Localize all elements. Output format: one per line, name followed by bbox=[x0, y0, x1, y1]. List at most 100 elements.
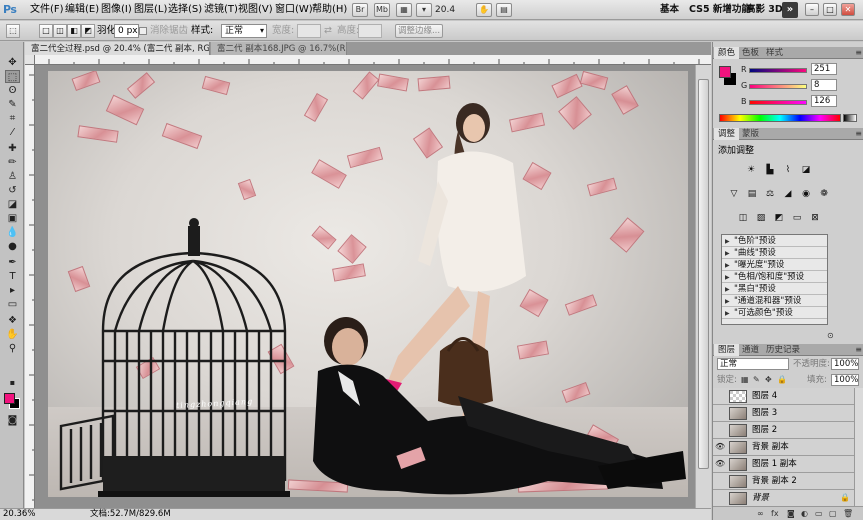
blue-value-input[interactable]: 126 bbox=[811, 95, 837, 107]
menu-select[interactable]: 选择(S) bbox=[168, 3, 202, 17]
feather-input[interactable]: 0 px bbox=[114, 24, 139, 38]
green-slider[interactable] bbox=[749, 84, 807, 89]
preset-hue-saturation[interactable]: "色相/饱和度"预设 bbox=[722, 272, 827, 283]
close-icon[interactable]: ✕ bbox=[841, 3, 855, 16]
blue-slider[interactable] bbox=[749, 100, 807, 105]
lock-image-icon[interactable]: ✎ bbox=[753, 374, 760, 386]
adjustment-footer-icon[interactable]: ⊙ bbox=[827, 330, 834, 342]
zoom-level-readout[interactable]: 20.4 bbox=[435, 3, 471, 17]
preset-curves[interactable]: "曲线"预设 bbox=[722, 248, 827, 259]
exposure-icon[interactable]: ◪ bbox=[800, 164, 812, 176]
quick-selection-tool-icon[interactable]: ✎ bbox=[5, 98, 20, 111]
color-spectrum[interactable] bbox=[719, 114, 841, 122]
intersect-selection-icon[interactable]: ◩ bbox=[81, 24, 95, 38]
arrange-documents-icon[interactable]: ▤ bbox=[496, 3, 512, 17]
type-tool-icon[interactable]: T bbox=[5, 270, 20, 283]
style-select[interactable]: 正常 bbox=[221, 24, 267, 38]
ruler-corner[interactable] bbox=[25, 55, 35, 65]
healing-brush-tool-icon[interactable]: ✚ bbox=[5, 142, 20, 155]
curves-icon[interactable]: ⌇ bbox=[782, 164, 794, 176]
layer-row[interactable]: 背景 🔒 bbox=[713, 490, 854, 506]
tab-document-1[interactable]: 富二代全过程.psd @ 20.4% (富二代 副本, RGB/8) *× bbox=[25, 42, 210, 55]
levels-icon[interactable]: ▙ bbox=[764, 164, 776, 176]
vibrance-icon[interactable]: ▽ bbox=[728, 188, 740, 200]
menu-layer[interactable]: 图层(L) bbox=[134, 3, 167, 17]
visibility-toggle[interactable] bbox=[715, 391, 725, 401]
marquee-tool-icon[interactable]: ⬚ bbox=[5, 70, 20, 83]
tab-layers[interactable]: 图层 bbox=[714, 344, 740, 356]
dodge-tool-icon[interactable]: ● bbox=[5, 240, 20, 253]
menu-help[interactable]: 帮助(H) bbox=[312, 3, 347, 17]
new-selection-icon[interactable]: □ bbox=[39, 24, 53, 38]
tab-swatches[interactable]: 色板 bbox=[738, 47, 763, 59]
add-selection-icon[interactable]: ◫ bbox=[53, 24, 67, 38]
crop-tool-icon[interactable]: ⌗ bbox=[5, 112, 20, 125]
posterize-icon[interactable]: ▨ bbox=[755, 212, 767, 224]
3d-rotate-tool-icon[interactable]: ❖ bbox=[5, 314, 20, 327]
preset-levels[interactable]: "色阶"预设 bbox=[722, 236, 827, 247]
more-workspaces-button[interactable]: » bbox=[782, 2, 798, 18]
red-value-input[interactable]: 251 bbox=[811, 63, 837, 75]
red-slider[interactable] bbox=[749, 68, 807, 73]
vertical-scrollbar[interactable] bbox=[695, 65, 711, 508]
delete-layer-icon[interactable]: 🗑 bbox=[843, 508, 853, 520]
gradient-map-icon[interactable]: ▭ bbox=[791, 212, 803, 224]
layer-row[interactable]: 图层 4 bbox=[713, 388, 854, 405]
menu-image[interactable]: 图像(I) bbox=[101, 3, 132, 17]
canvas-photo[interactable]: tingzhongqiang bbox=[48, 71, 688, 497]
rectangular-marquee-icon[interactable]: ⬚ bbox=[6, 24, 20, 38]
clone-stamp-tool-icon[interactable]: ♙ bbox=[5, 170, 20, 183]
layer-row[interactable]: 图层 3 bbox=[713, 405, 854, 422]
foreground-color-swatch[interactable] bbox=[4, 393, 15, 404]
menu-filter[interactable]: 滤镜(T) bbox=[204, 3, 238, 17]
workspace-essentials[interactable]: 基本 bbox=[660, 3, 679, 17]
refine-edge-button[interactable]: 调整边缘... bbox=[395, 24, 443, 38]
hue-saturation-icon[interactable]: ▤ bbox=[746, 188, 758, 200]
layer-row[interactable]: 背景 副本 2 bbox=[713, 473, 854, 490]
photo-filter-icon[interactable]: ◉ bbox=[800, 188, 812, 200]
subtract-selection-icon[interactable]: ◧ bbox=[67, 24, 81, 38]
eraser-tool-icon[interactable]: ◪ bbox=[5, 198, 20, 211]
layer-row[interactable]: 图层 2 bbox=[713, 422, 854, 439]
gradient-tool-icon[interactable]: ▣ bbox=[5, 212, 20, 225]
default-colors-icon[interactable]: ▪ bbox=[5, 376, 20, 389]
layer-style-icon[interactable]: fx bbox=[771, 508, 779, 520]
swap-dimensions-icon[interactable]: ⇄ bbox=[324, 24, 332, 38]
horizontal-ruler[interactable] bbox=[35, 55, 711, 65]
menu-window[interactable]: 窗口(W) bbox=[275, 3, 313, 17]
threshold-icon[interactable]: ◩ bbox=[773, 212, 785, 224]
layers-scrollbar[interactable] bbox=[854, 388, 863, 506]
zoom-level-icon[interactable]: ▾ bbox=[416, 3, 432, 17]
workspace-3d[interactable]: 高影 3D bbox=[746, 3, 783, 17]
document-size-info[interactable]: 文档:52.7M/829.6M bbox=[90, 509, 171, 520]
add-mask-icon[interactable]: ◙ bbox=[787, 508, 795, 520]
mini-bridge-icon[interactable]: Mb bbox=[374, 3, 390, 17]
workspace-cs5-new[interactable]: CS5 新增功能 bbox=[689, 3, 751, 17]
color-balance-icon[interactable]: ⚖ bbox=[764, 188, 776, 200]
layer-row[interactable]: 👁 背景 副本 bbox=[713, 439, 854, 456]
preset-exposure[interactable]: "曝光度"预设 bbox=[722, 260, 827, 271]
new-adjustment-icon[interactable]: ◐ bbox=[801, 508, 808, 520]
visibility-toggle[interactable] bbox=[715, 476, 725, 486]
scrollbar-thumb[interactable] bbox=[698, 79, 709, 469]
new-layer-icon[interactable]: ▢ bbox=[829, 508, 837, 520]
tab-color[interactable]: 颜色 bbox=[714, 47, 740, 59]
menu-file[interactable]: 文件(F) bbox=[30, 3, 64, 17]
blur-tool-icon[interactable]: 💧 bbox=[5, 226, 20, 239]
new-group-icon[interactable]: ▭ bbox=[815, 508, 823, 520]
preset-selective-color[interactable]: "可选颜色"预设 bbox=[722, 308, 827, 319]
layer-row[interactable]: 👁 图层 1 副本 bbox=[713, 456, 854, 473]
panel-menu-icon[interactable]: ≡ bbox=[855, 344, 862, 356]
preset-channel-mixer[interactable]: "通道混和器"预设 bbox=[722, 296, 827, 307]
visibility-toggle[interactable] bbox=[715, 408, 725, 418]
brightness-contrast-icon[interactable]: ☀ bbox=[745, 164, 757, 176]
menu-view[interactable]: 视图(V) bbox=[238, 3, 273, 17]
history-brush-tool-icon[interactable]: ↺ bbox=[5, 184, 20, 197]
green-value-input[interactable]: 8 bbox=[811, 79, 837, 91]
visibility-toggle[interactable] bbox=[715, 425, 725, 435]
brush-tool-icon[interactable]: ✏ bbox=[5, 156, 20, 169]
tab-history[interactable]: 历史记录 bbox=[762, 344, 804, 356]
visibility-toggle[interactable] bbox=[715, 493, 725, 503]
height-input[interactable] bbox=[358, 24, 382, 38]
tab-adjustments[interactable]: 调整 bbox=[714, 128, 740, 140]
